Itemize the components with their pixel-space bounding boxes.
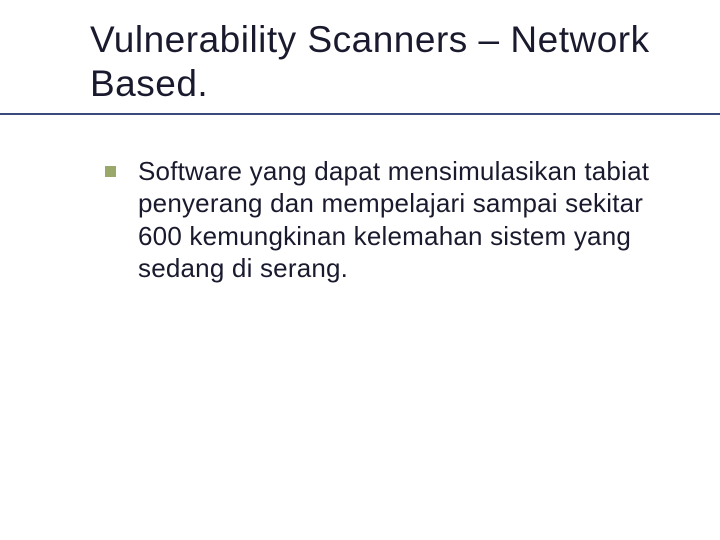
bullet-item: Software yang dapat mensimulasikan tabia… [105, 155, 660, 285]
content-area: Software yang dapat mensimulasikan tabia… [0, 155, 720, 285]
slide-title: Vulnerability Scanners – Network Based. [90, 18, 680, 107]
title-block: Vulnerability Scanners – Network Based. [0, 18, 720, 115]
square-bullet-icon [105, 166, 116, 177]
slide-container: Vulnerability Scanners – Network Based. … [0, 0, 720, 540]
bullet-text: Software yang dapat mensimulasikan tabia… [138, 155, 660, 285]
